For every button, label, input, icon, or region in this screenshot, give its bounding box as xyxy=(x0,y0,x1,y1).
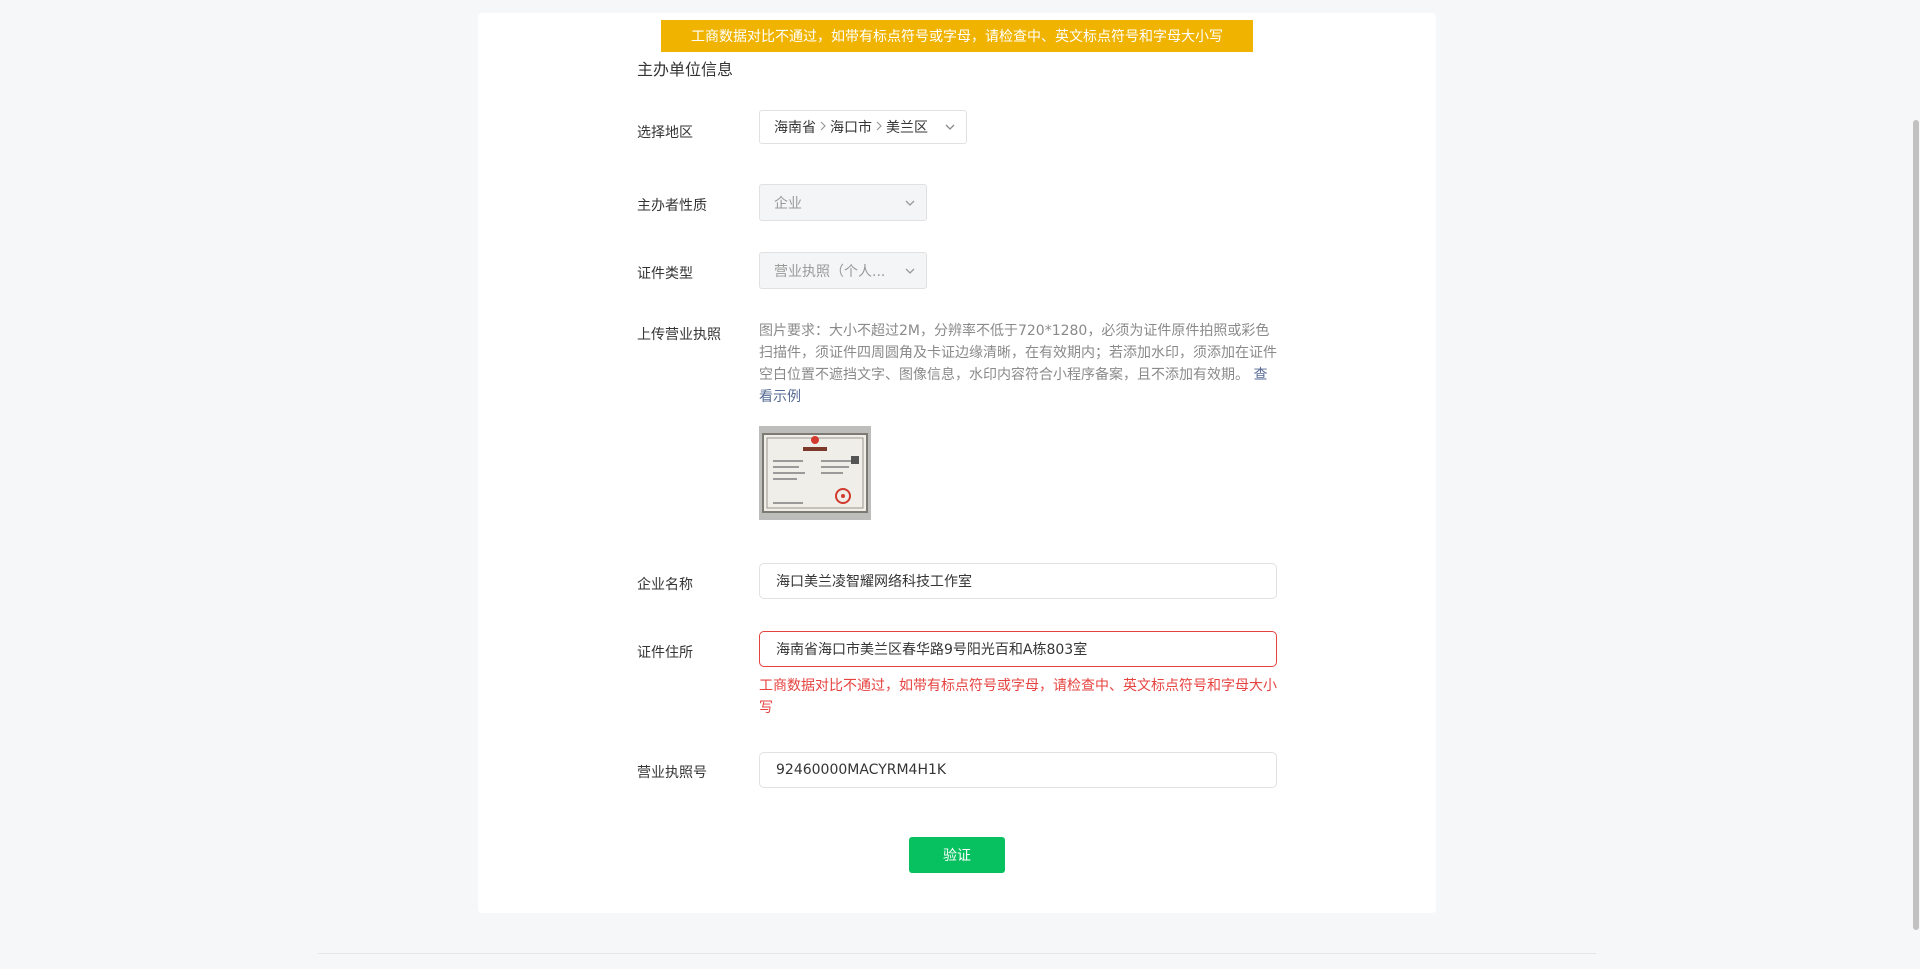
upload-requirements-text: 图片要求：大小不超过2M，分辨率不低于720*1280，必须为证件原件拍照或彩色… xyxy=(759,323,1277,383)
error-banner-text: 工商数据对比不通过，如带有标点符号或字母，请检查中、英文标点符号和字母大小写 xyxy=(691,29,1223,45)
address-input[interactable] xyxy=(759,631,1277,667)
sponsor-type-select[interactable]: 企业 xyxy=(759,184,927,221)
region-province: 海南省 xyxy=(774,120,816,136)
chevron-right-icon xyxy=(820,119,826,135)
sponsor-type-label: 主办者性质 xyxy=(637,198,707,214)
address-error-message: 工商数据对比不通过，如带有标点符号或字母，请检查中、英文标点符号和字母大小写 xyxy=(759,678,1277,716)
license-number-input[interactable] xyxy=(759,752,1277,788)
chevron-down-icon xyxy=(904,265,916,277)
scrollbar-thumb[interactable] xyxy=(1913,120,1919,930)
upload-requirements: 图片要求：大小不超过2M，分辨率不低于720*1280，必须为证件原件拍照或彩色… xyxy=(759,320,1279,408)
company-name-label: 企业名称 xyxy=(637,577,693,593)
chevron-right-icon xyxy=(876,119,882,135)
verify-button[interactable]: 验证 xyxy=(909,837,1005,873)
region-label: 选择地区 xyxy=(637,125,693,141)
company-name-input[interactable] xyxy=(759,563,1277,599)
section-title: 主办单位信息 xyxy=(637,60,734,79)
license-number-label: 营业执照号 xyxy=(637,765,707,781)
chevron-down-icon xyxy=(944,121,956,133)
chevron-down-icon xyxy=(904,197,916,209)
error-banner: 工商数据对比不通过，如带有标点符号或字母，请检查中、英文标点符号和字母大小写 xyxy=(661,20,1253,52)
footer-divider xyxy=(318,953,1596,954)
region-city: 海口市 xyxy=(830,120,872,136)
upload-license-label: 上传营业执照 xyxy=(637,327,721,343)
address-label: 证件住所 xyxy=(637,645,693,661)
region-cascader[interactable]: 海南省 海口市 美兰区 xyxy=(759,110,967,144)
cert-type-value: 营业执照（个人... xyxy=(774,263,886,280)
cert-type-label: 证件类型 xyxy=(637,266,693,282)
sponsor-type-value: 企业 xyxy=(774,195,802,212)
cert-type-select[interactable]: 营业执照（个人... xyxy=(759,252,927,289)
region-district: 美兰区 xyxy=(886,120,928,136)
license-thumbnail[interactable] xyxy=(759,426,871,520)
